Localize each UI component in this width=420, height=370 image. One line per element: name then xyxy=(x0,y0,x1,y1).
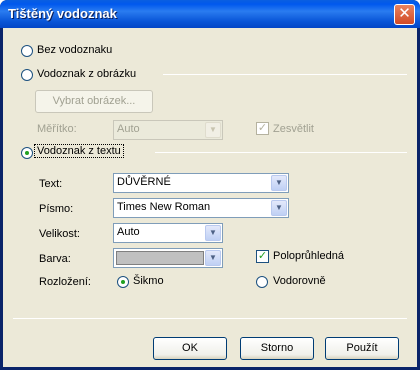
chevron-down-icon: ▼ xyxy=(205,225,221,241)
color-swatch xyxy=(116,251,204,265)
text-value: DŮVĚRNÉ xyxy=(117,176,171,188)
washout-label: Zesvětlit xyxy=(273,123,314,135)
footer-divider xyxy=(13,318,407,319)
picture-section-divider xyxy=(163,74,407,75)
scale-label: Měřítko: xyxy=(37,123,77,135)
select-picture-button[interactable]: Vybrat obrázek... xyxy=(35,90,153,113)
picture-watermark-radio[interactable] xyxy=(21,69,33,81)
chevron-down-icon: ▼ xyxy=(271,175,287,191)
text-section-divider xyxy=(155,152,407,153)
scale-value: Auto xyxy=(117,123,140,135)
chevron-down-icon: ▼ xyxy=(271,200,287,216)
close-button[interactable]: ✕ xyxy=(394,4,415,25)
size-combo[interactable]: Auto ▼ xyxy=(113,223,223,243)
cancel-button[interactable]: Storno xyxy=(240,337,314,360)
no-watermark-label[interactable]: Bez vodoznaku xyxy=(37,44,112,56)
close-icon: ✕ xyxy=(398,5,411,22)
ok-button[interactable]: OK xyxy=(153,337,227,360)
color-label: Barva: xyxy=(39,253,71,265)
font-combo[interactable]: Times New Roman ▼ xyxy=(113,198,289,218)
semitransparent-checkbox[interactable]: ✓ xyxy=(256,250,269,263)
layout-label: Rozložení: xyxy=(39,276,91,288)
scale-combo[interactable]: Auto ▼ xyxy=(113,120,223,140)
picture-watermark-label[interactable]: Vodoznak z obrázku xyxy=(37,68,136,80)
dialog-body: Bez vodoznaku Vodoznak z obrázku Vybrat … xyxy=(3,28,417,367)
watermark-dialog: Tištěný vodoznak ✕ Bez vodoznaku Vodozna… xyxy=(0,0,420,370)
chevron-down-icon: ▼ xyxy=(205,122,221,138)
diagonal-label[interactable]: Šikmo xyxy=(133,275,164,287)
size-value: Auto xyxy=(117,226,140,238)
horizontal-label[interactable]: Vodorovně xyxy=(273,275,326,287)
font-value: Times New Roman xyxy=(117,201,211,213)
washout-checkbox[interactable]: ✓ xyxy=(256,122,269,135)
color-combo[interactable]: ▼ xyxy=(113,248,223,268)
title-bar[interactable]: Tištěný vodoznak ✕ xyxy=(0,0,420,28)
semitransparent-label[interactable]: Poloprůhledná xyxy=(273,250,344,262)
apply-button[interactable]: Použít xyxy=(325,337,399,360)
font-label: Písmo: xyxy=(39,203,74,215)
no-watermark-radio[interactable] xyxy=(21,45,33,57)
chevron-down-icon: ▼ xyxy=(205,250,221,266)
text-label: Text: xyxy=(39,178,63,190)
text-combo[interactable]: DŮVĚRNÉ ▼ xyxy=(113,173,289,193)
window-title: Tištěný vodoznak xyxy=(8,6,117,21)
horizontal-radio[interactable] xyxy=(256,276,268,288)
text-watermark-label[interactable]: Vodoznak z textu xyxy=(34,144,124,158)
size-label: Velikost: xyxy=(39,228,80,240)
diagonal-radio[interactable] xyxy=(117,276,129,288)
text-watermark-radio[interactable] xyxy=(21,147,33,159)
